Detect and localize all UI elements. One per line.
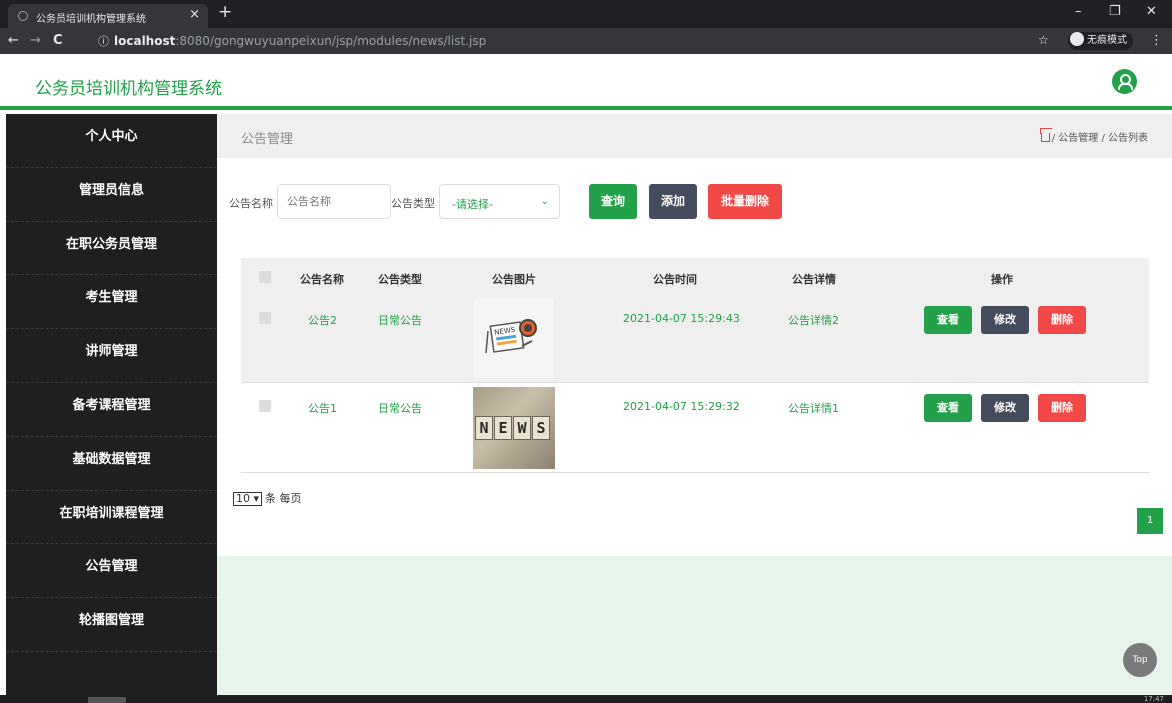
column-header-name: 公告名称 <box>300 273 344 286</box>
page-number-button[interactable]: 1 <box>1137 508 1163 534</box>
view-button[interactable]: 查看 <box>924 306 972 334</box>
site-title: 公务员培训机构管理系统 <box>35 79 222 99</box>
minimize-icon[interactable]: – <box>1075 4 1082 19</box>
delete-button[interactable]: 删除 <box>1038 306 1086 334</box>
sidebar-item-admin-info[interactable]: 管理员信息 <box>6 168 217 222</box>
type-filter-label: 公告类型 <box>391 197 435 210</box>
row-type: 日常公告 <box>378 314 422 327</box>
sidebar-item-training-courses[interactable]: 在职培训课程管理 <box>6 491 217 545</box>
forward-icon[interactable]: → <box>30 33 41 48</box>
close-window-icon[interactable]: ✕ <box>1146 4 1157 19</box>
edit-button[interactable]: 修改 <box>981 394 1029 422</box>
newspaper-icon: NEWS <box>485 319 537 354</box>
letter-tile: W <box>513 416 531 440</box>
main-area: 公告管理 / 公告管理 / 公告列表 公告名称 公告类型 -请选择- ⌄ 查询 … <box>217 114 1172 695</box>
page-size-value: 10 <box>236 492 250 505</box>
breadcrumb-text: / 公告管理 / 公告列表 <box>1051 133 1148 144</box>
row-type: 日常公告 <box>378 402 422 415</box>
column-header-actions: 操作 <box>991 273 1013 286</box>
back-icon[interactable]: ← <box>8 33 19 48</box>
type-select-value: -请选择- <box>452 198 493 211</box>
row-name: 公告2 <box>308 314 337 327</box>
page-header: 公告管理 / 公告管理 / 公告列表 <box>217 114 1172 158</box>
edit-button[interactable]: 修改 <box>981 306 1029 334</box>
chevron-down-icon: ⌄ <box>540 196 549 207</box>
page-size-control: 10 ▾ 条 每页 <box>233 490 302 506</box>
page-size-select[interactable]: 10 ▾ <box>233 492 263 506</box>
tab-title: 公务员培训机构管理系统 <box>36 14 146 25</box>
page-size-suffix: 条 每页 <box>265 492 302 505</box>
sidebar-item-examinees[interactable]: 考生管理 <box>6 275 217 330</box>
letter-tile: E <box>494 416 512 440</box>
row-name: 公告1 <box>308 402 337 415</box>
new-tab-button[interactable]: + <box>218 2 232 22</box>
site-info-icon[interactable]: ⓘ <box>98 33 109 49</box>
table-row: 公告2 日常公告 NEWS 2021-04-07 15:29:43 公告详情2 … <box>241 296 1149 383</box>
row-time: 2021-04-07 15:29:32 <box>623 400 740 413</box>
url-host: localhost <box>114 34 176 48</box>
url-text: localhost:8080/gongwuyuanpeixun/jsp/modu… <box>114 34 486 48</box>
browser-menu-icon[interactable]: ⋮ <box>1150 33 1163 48</box>
sidebar-item-personal-center[interactable]: 个人中心 <box>6 114 217 168</box>
taskbar-clock: 17:47 <box>1143 695 1164 703</box>
view-button[interactable]: 查看 <box>924 394 972 422</box>
user-avatar-icon[interactable] <box>1112 69 1137 94</box>
breadcrumb: / 公告管理 / 公告列表 <box>1040 129 1148 144</box>
row-checkbox[interactable] <box>259 312 271 324</box>
bookmark-star-icon[interactable]: ☆ <box>1038 33 1049 47</box>
row-detail-link[interactable]: 公告详情1 <box>788 400 839 416</box>
taskbar-item[interactable] <box>88 697 126 703</box>
row-time: 2021-04-07 15:29:43 <box>623 312 740 325</box>
column-header-time: 公告时间 <box>653 273 697 286</box>
home-icon[interactable] <box>1040 133 1050 142</box>
add-button[interactable]: 添加 <box>649 184 697 219</box>
browser-tab[interactable]: 公务员培训机构管理系统 × <box>8 4 208 28</box>
table-header: 公告名称 公告类型 公告图片 公告时间 公告详情 操作 <box>241 258 1149 296</box>
letter-tile: N <box>475 416 493 440</box>
sidebar-item-civil-servants[interactable]: 在职公务员管理 <box>6 222 217 276</box>
sidebar-item-lecturers[interactable]: 讲师管理 <box>6 329 217 383</box>
batch-delete-button[interactable]: 批量删除 <box>708 184 782 219</box>
incognito-badge[interactable]: 无痕模式 <box>1068 32 1133 50</box>
browser-tab-bar: 公务员培训机构管理系统 × + – ❐ ✕ <box>0 0 1172 28</box>
announcement-table: 公告名称 公告类型 公告图片 公告时间 公告详情 操作 公告2 日常公告 NEW… <box>241 258 1149 474</box>
type-select[interactable]: -请选择- ⌄ <box>439 184 560 219</box>
sidebar-item-announcements[interactable]: 公告管理 <box>6 544 217 599</box>
back-to-top-button[interactable]: Top <box>1123 643 1157 677</box>
column-header-type: 公告类型 <box>378 273 422 286</box>
name-filter-label: 公告名称 <box>229 197 273 210</box>
incognito-icon <box>1070 32 1084 46</box>
sidebar-item-carousel[interactable]: 轮播图管理 <box>6 598 217 652</box>
sidebar-item-base-data[interactable]: 基础数据管理 <box>6 437 217 491</box>
news-thumbnail: N E W S <box>473 387 555 469</box>
row-checkbox[interactable] <box>259 400 271 412</box>
news-thumbnail: NEWS <box>473 297 555 379</box>
reload-icon[interactable]: C <box>53 33 63 48</box>
sidebar-nav: 个人中心 管理员信息 在职公务员管理 考生管理 讲师管理 备考课程管理 基础数据… <box>6 114 217 695</box>
row-detail-link[interactable]: 公告详情2 <box>788 312 839 328</box>
sidebar-item-exam-courses[interactable]: 备考课程管理 <box>6 383 217 437</box>
site-header: 公务员培训机构管理系统 <box>0 54 1172 110</box>
delete-button[interactable]: 删除 <box>1038 394 1086 422</box>
column-header-detail: 公告详情 <box>792 273 836 286</box>
tab-close-icon[interactable]: × <box>189 7 200 22</box>
content-panel: 公告管理 / 公告管理 / 公告列表 公告名称 公告类型 -请选择- ⌄ 查询 … <box>217 114 1172 556</box>
page-title: 公告管理 <box>241 132 294 147</box>
url-path: :8080/gongwuyuanpeixun/jsp/modules/news/… <box>175 34 487 48</box>
address-bar: ← → C ⓘ localhost:8080/gongwuyuanpeixun/… <box>0 28 1172 54</box>
incognito-label: 无痕模式 <box>1087 35 1127 46</box>
taskbar: 17:47 <box>0 695 1172 703</box>
name-search-input[interactable] <box>277 184 391 219</box>
query-button[interactable]: 查询 <box>589 184 637 219</box>
news-letter-tiles: N E W S <box>475 416 550 440</box>
letter-tile: S <box>532 416 550 440</box>
table-row: 公告1 日常公告 N E W S 2021-04-07 15:29:32 公告详… <box>241 384 1149 473</box>
url-field[interactable]: ⓘ localhost:8080/gongwuyuanpeixun/jsp/mo… <box>92 31 1092 51</box>
column-header-image: 公告图片 <box>492 273 536 286</box>
select-all-checkbox[interactable] <box>259 271 271 283</box>
favicon-icon <box>18 11 28 21</box>
restore-icon[interactable]: ❐ <box>1109 4 1121 19</box>
